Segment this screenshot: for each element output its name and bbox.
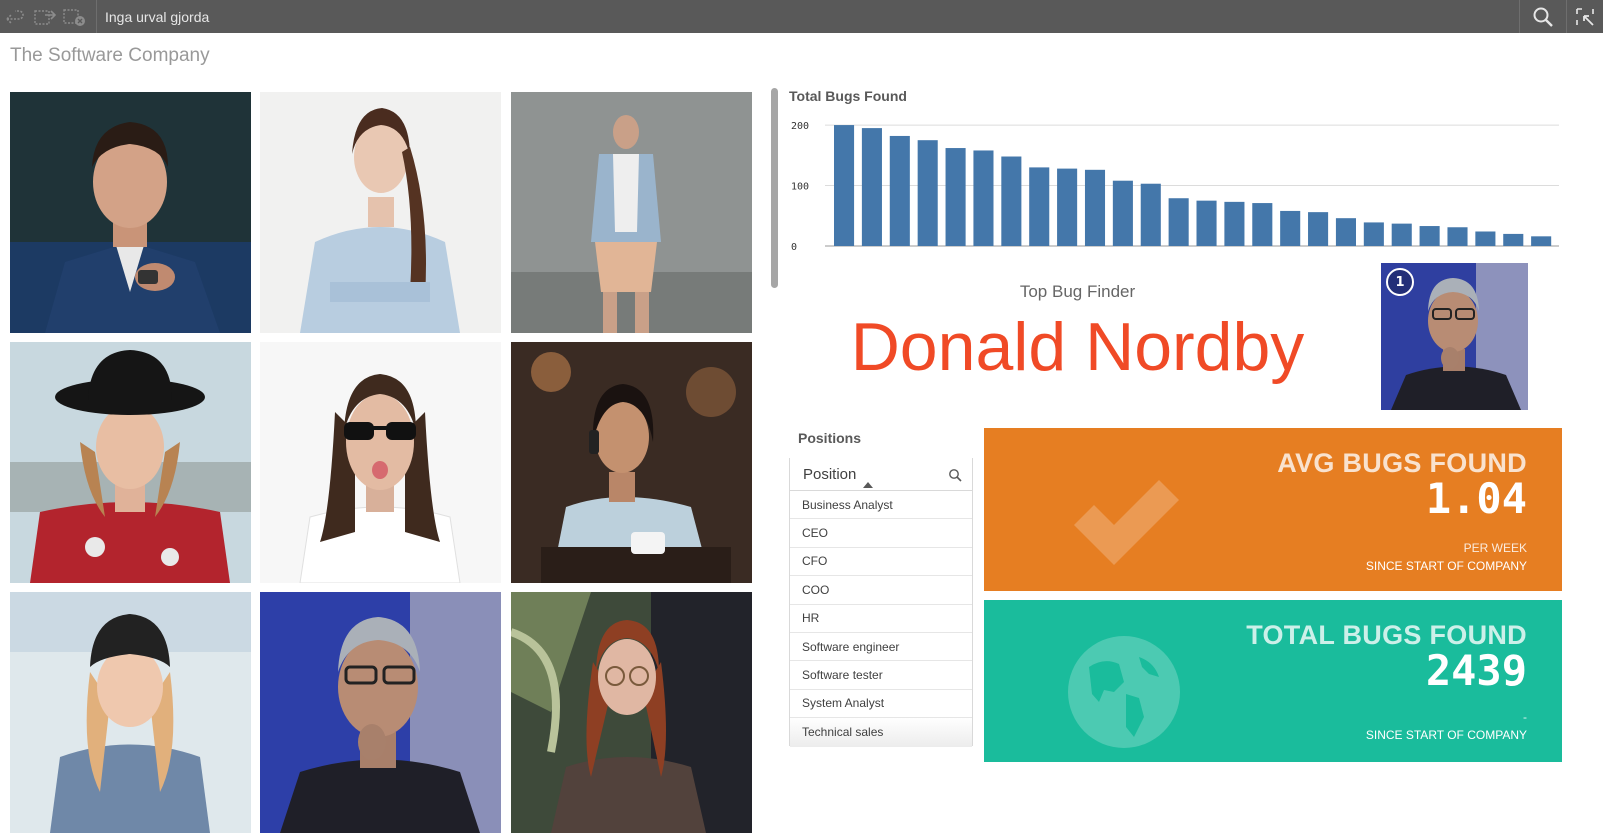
bar[interactable] — [889, 135, 910, 246]
y-tick-label: 200 — [791, 121, 809, 132]
positions-title: Positions — [798, 430, 862, 446]
kpi-total-bugs[interactable]: TOTAL BUGS FOUND 2439 - SINCE START OF C… — [984, 600, 1562, 762]
bar[interactable] — [1252, 203, 1273, 246]
bar[interactable] — [1029, 167, 1050, 246]
bar[interactable] — [917, 140, 938, 246]
employee-photo-7[interactable] — [10, 592, 251, 833]
employee-photo-1[interactable] — [10, 92, 251, 333]
bar[interactable] — [1363, 222, 1384, 246]
kpi-subtitle: PER WEEK — [1463, 541, 1527, 555]
bar[interactable] — [1335, 218, 1356, 246]
employee-photo-4[interactable] — [10, 342, 251, 583]
selections-tool-icon[interactable] — [1567, 0, 1603, 33]
list-item[interactable]: CFO — [790, 548, 972, 577]
employee-photo-9[interactable] — [511, 592, 752, 833]
bar[interactable] — [1419, 226, 1440, 246]
sort-ascending-icon — [863, 482, 873, 488]
kpi-value: 1.04 — [1425, 474, 1527, 523]
checkmark-icon — [1074, 480, 1179, 565]
bar[interactable] — [945, 148, 966, 246]
total-bugs-chart[interactable]: 200 100 0 — [789, 108, 1564, 253]
sheet-title: The Software Company — [10, 45, 210, 66]
employee-photo-5[interactable] — [260, 342, 501, 583]
positions-listbox: Position Business Analyst CEO CFO COO HR… — [789, 458, 973, 747]
list-item[interactable]: Software engineer — [790, 633, 972, 662]
bar[interactable] — [1168, 198, 1189, 246]
bar[interactable] — [1308, 212, 1329, 246]
list-item[interactable]: HR — [790, 605, 972, 633]
list-item[interactable]: CEO — [790, 519, 972, 548]
list-item[interactable]: Business Analyst — [790, 491, 972, 520]
toolbar-divider — [96, 0, 97, 33]
scrollbar-handle[interactable] — [771, 88, 778, 288]
search-icon[interactable] — [948, 468, 962, 482]
top-bug-finder-label: Top Bug Finder — [1019, 282, 1136, 301]
chart-title: Total Bugs Found — [789, 88, 907, 104]
y-tick-label: 100 — [791, 182, 809, 193]
rank-badge: 1 — [1386, 268, 1414, 296]
bar[interactable] — [834, 125, 855, 246]
list-item[interactable]: System Analyst — [790, 690, 972, 719]
list-item[interactable]: Software tester — [790, 661, 972, 690]
step-back-icon[interactable] — [0, 0, 30, 33]
bar[interactable] — [1280, 210, 1301, 246]
listbox-header[interactable]: Position — [790, 458, 972, 491]
y-tick-label: 0 — [791, 242, 797, 253]
step-forward-icon[interactable] — [30, 0, 60, 33]
employee-photo-2[interactable] — [260, 92, 501, 333]
kpi-subtitle: SINCE START OF COMPANY — [1365, 728, 1527, 742]
bar[interactable] — [1475, 231, 1496, 246]
kpi-subtitle: SINCE START OF COMPANY — [1365, 559, 1527, 573]
listbox-header-label: Position — [803, 465, 857, 483]
bar[interactable] — [1140, 183, 1161, 246]
kpi-value: 2439 — [1425, 646, 1527, 695]
bar[interactable] — [861, 128, 882, 246]
employee-photo-3[interactable] — [511, 92, 752, 333]
bar[interactable] — [1057, 168, 1078, 246]
bar[interactable] — [1391, 223, 1412, 246]
employee-photo-6[interactable] — [511, 342, 752, 583]
list-item[interactable]: COO — [790, 576, 972, 605]
bar[interactable] — [1001, 156, 1022, 246]
bar[interactable] — [1531, 236, 1552, 246]
bar[interactable] — [973, 150, 994, 246]
bar[interactable] — [1112, 180, 1133, 246]
bar[interactable] — [1224, 201, 1245, 246]
selections-status-text: Inga urval gjorda — [105, 8, 210, 25]
bar[interactable] — [1196, 200, 1217, 246]
bar[interactable] — [1503, 233, 1524, 246]
top-bug-finder-name: Donald Nordby — [850, 309, 1305, 385]
employee-photo-8[interactable] — [260, 592, 501, 833]
globe-icon — [1068, 636, 1180, 748]
clear-selections-icon[interactable] — [60, 0, 90, 33]
toolbar: Inga urval gjorda — [0, 0, 1603, 33]
kpi-avg-bugs[interactable]: AVG BUGS FOUND 1.04 PER WEEK SINCE START… — [984, 428, 1562, 591]
kpi-subtitle: - — [1523, 710, 1527, 724]
search-icon[interactable] — [1520, 0, 1566, 33]
list-item[interactable]: Technical sales — [790, 718, 972, 747]
bar[interactable] — [1084, 169, 1106, 246]
bar[interactable] — [1447, 227, 1468, 246]
